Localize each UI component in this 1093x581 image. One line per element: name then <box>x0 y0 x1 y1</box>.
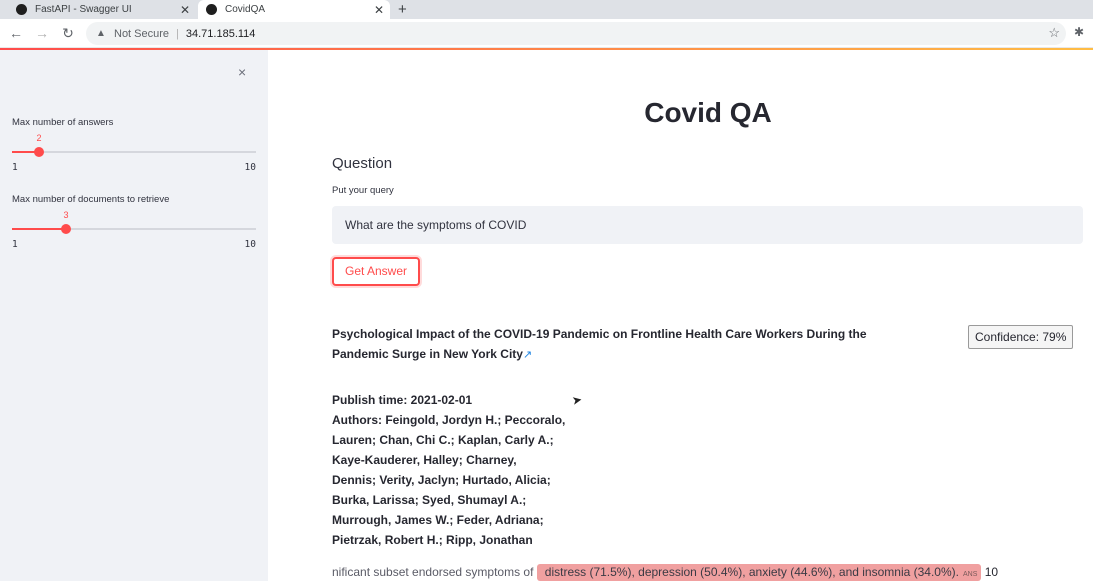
mouse-cursor-icon: ➤ <box>570 392 584 408</box>
result-metadata: Publish time: 2021-02-01 Authors: Feingo… <box>332 390 582 550</box>
external-link-icon[interactable]: ↗ <box>523 349 532 361</box>
authors-line: Kaye-Kauderer, Halley; Charney, <box>332 453 517 467</box>
answer-highlight: distress (71.5%), depression (50.4%), an… <box>536 564 982 581</box>
slider-value: 2 <box>36 133 42 143</box>
warning-icon: ▲ <box>96 28 106 39</box>
url-text: 34.71.185.114 <box>185 27 256 40</box>
security-label: Not Secure <box>114 27 170 40</box>
streamlit-icon <box>206 4 217 15</box>
slider-fill <box>12 228 66 230</box>
max-documents-slider[interactable]: Max number of documents to retrieve 3 1 … <box>12 194 256 250</box>
bookmark-star-icon[interactable]: ☆ <box>1048 25 1060 41</box>
query-input[interactable]: What are the symptoms of COVID <box>332 206 1083 244</box>
back-icon[interactable]: ← <box>8 25 24 41</box>
snippet-after: 10 <box>984 565 999 579</box>
slider-max: 10 <box>244 162 256 173</box>
browser-toolbar: ← → ↻ ▲ Not Secure | 34.71.185.114 ☆ <box>0 19 1093 48</box>
slider-thumb[interactable] <box>61 224 71 234</box>
address-bar[interactable]: ▲ Not Secure | 34.71.185.114 ☆ <box>86 22 1066 45</box>
forward-icon[interactable]: → <box>34 25 50 41</box>
fastapi-icon <box>16 4 27 15</box>
snippet-before: nificant subset endorsed symptoms of <box>332 565 534 579</box>
query-label: Put your query <box>332 185 394 196</box>
result-title-text[interactable]: Psychological Impact of the COVID-19 Pan… <box>332 327 867 361</box>
answer-tag: ANS <box>962 571 978 578</box>
tab-title: FastAPI - Swagger UI <box>35 4 132 15</box>
max-answers-slider[interactable]: Max number of answers 2 1 10 <box>12 117 256 173</box>
slider-thumb[interactable] <box>34 147 44 157</box>
slider-max: 10 <box>244 239 256 250</box>
reload-icon[interactable]: ↻ <box>60 25 76 41</box>
page-title: Covid QA <box>644 97 772 128</box>
close-tab-icon[interactable]: ✕ <box>372 3 386 17</box>
slider-track[interactable] <box>12 147 256 157</box>
close-tab-icon[interactable]: ✕ <box>178 3 192 17</box>
publish-time: Publish time: 2021-02-01 <box>332 393 473 407</box>
authors-line: Pietrzak, Robert H.; Ripp, Jonathan <box>332 533 533 547</box>
slider-label: Max number of answers <box>12 117 114 128</box>
authors-line: Authors: Feingold, Jordyn H.; Peccoralo, <box>332 413 566 427</box>
answer-snippet: nificant subset endorsed symptoms of dis… <box>332 562 998 581</box>
slider-min: 1 <box>12 239 18 250</box>
tab-covidqa[interactable]: CovidQA ✕ <box>198 0 390 19</box>
browser-tab-bar: FastAPI - Swagger UI ✕ CovidQA ✕ + <box>0 0 1093 19</box>
authors-line: Murrough, James W.; Feder, Adriana; <box>332 513 544 527</box>
extensions-icon[interactable]: ✱ <box>1074 25 1084 39</box>
authors-line: Dennis; Verity, Jaclyn; Hurtado, Alicia; <box>332 473 551 487</box>
confidence-badge: Confidence: 79% <box>968 325 1074 349</box>
get-answer-button[interactable]: Get Answer <box>332 257 420 286</box>
authors-line: Burka, Larissa; Syed, Shumayl A.; <box>332 493 527 507</box>
slider-value: 3 <box>63 210 69 220</box>
new-tab-button[interactable]: + <box>398 0 407 19</box>
tab-swagger[interactable]: FastAPI - Swagger UI ✕ <box>8 0 196 19</box>
slider-label: Max number of documents to retrieve <box>12 194 170 205</box>
close-sidebar-icon[interactable]: × <box>238 64 246 80</box>
authors-line: Lauren; Chan, Chi C.; Kaplan, Carly A.; <box>332 433 554 447</box>
question-heading: Question <box>332 155 393 172</box>
result-title[interactable]: Psychological Impact of the COVID-19 Pan… <box>332 324 912 365</box>
slider-track[interactable] <box>12 224 256 234</box>
answer-text: distress (71.5%), depression (50.4%), an… <box>544 565 959 579</box>
main-content: Covid QA Question Put your query What ar… <box>268 50 1093 581</box>
sidebar: × Max number of answers 2 1 10 Max numbe… <box>0 50 268 581</box>
tab-title: CovidQA <box>225 4 266 15</box>
slider-min: 1 <box>12 162 18 173</box>
